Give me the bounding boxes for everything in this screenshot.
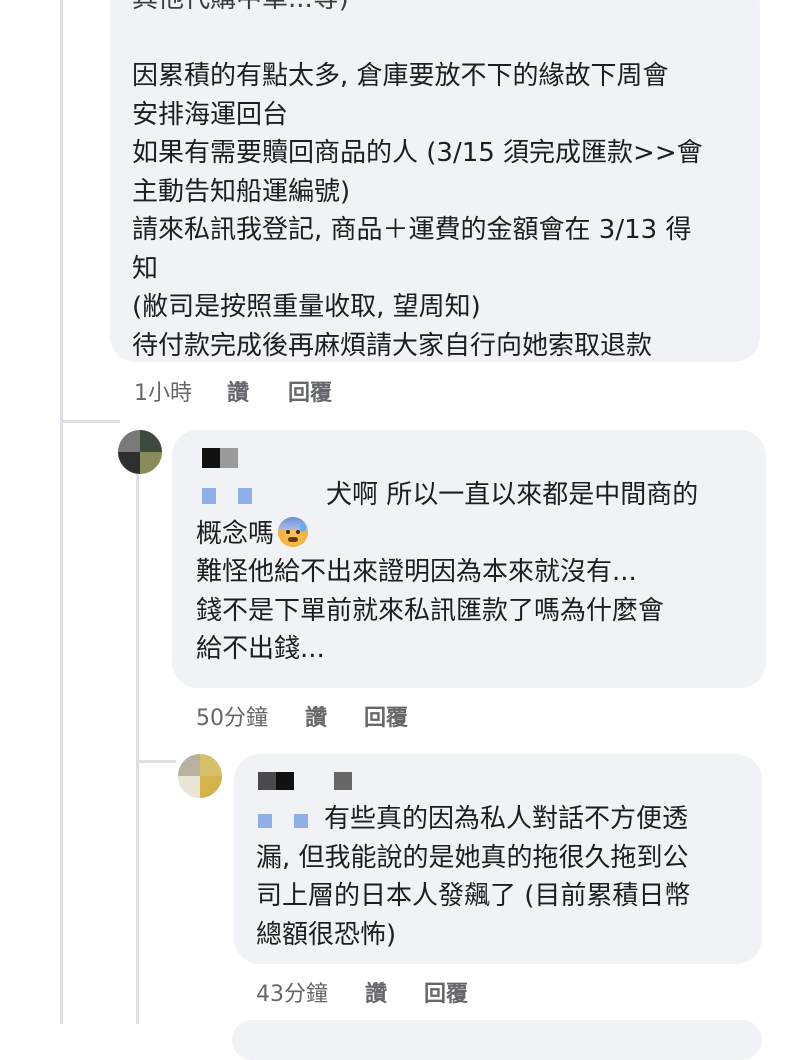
thread-line-branch-2 — [136, 760, 176, 763]
mentioned-user-censored[interactable] — [196, 486, 326, 506]
like-button[interactable]: 讚 — [305, 700, 327, 732]
comment-1-line: 知 — [132, 253, 159, 284]
reply-button[interactable]: 回覆 — [364, 700, 408, 732]
comment-3-text: 有些真的因為私人對話不方便透 漏, 但我能說的是她真的拖很久拖到公 司上層的日本… — [256, 800, 740, 954]
comment-1-line: 安排海運回台 — [132, 99, 289, 130]
next-comment-bubble — [232, 1020, 762, 1060]
comment-3-line: 漏, 但我能說的是她真的拖很久拖到公 — [256, 842, 689, 873]
comment-2-line: 難怪他給不出來證明因為本來就沒有... — [196, 557, 637, 587]
comment-1-line — [132, 19, 738, 58]
comment-3-line: 總額很恐怖) — [256, 919, 397, 950]
comment-2-line: 給不出錢... — [196, 634, 325, 664]
thread-line-main — [60, 0, 63, 1024]
comment-1-timestamp[interactable]: 1小時 — [134, 375, 192, 407]
comment-1-line: 如果有需要贖回商品的人 (3/15 須完成匯款>>會 — [132, 138, 703, 168]
thread-line-branch-1 — [60, 420, 120, 423]
like-button[interactable]: 讚 — [227, 375, 249, 407]
comment-1-line: 待付款完成後再麻煩請大家自行向她索取退款 — [132, 330, 653, 361]
thread-line-sub — [136, 470, 139, 1024]
comment-2-timestamp[interactable]: 50分鐘 — [196, 700, 268, 732]
avatar[interactable] — [118, 430, 162, 474]
comment-1-text: 其他代購中單...等) 因累積的有點太多, 倉庫要放不下的緣故下周會 安排海運回… — [132, 0, 738, 365]
like-button[interactable]: 讚 — [365, 976, 387, 1008]
comment-2-line: 錢不是下單前就來私訊匯款了嗎為什麼會 — [196, 595, 665, 626]
avatar[interactable] — [178, 754, 222, 798]
comment-2-text: 犬啊 所以一直以來都是中間商的 概念嗎 難怪他給不出來證明因為本來就沒有... … — [196, 476, 742, 669]
comment-3-timestamp[interactable]: 43分鐘 — [256, 976, 328, 1008]
comment-2-first-line: 犬啊 所以一直以來都是中間商的 — [196, 476, 742, 515]
reply-button[interactable]: 回覆 — [424, 976, 468, 1008]
comment-bubble-3: 有些真的因為私人對話不方便透 漏, 但我能說的是她真的拖很久拖到公 司上層的日本… — [234, 754, 762, 964]
commenter-name-censored[interactable] — [256, 772, 740, 802]
comment-2-actions: 50分鐘 讚 回覆 — [196, 700, 408, 732]
comment-bubble-1: 其他代購中單...等) 因累積的有點太多, 倉庫要放不下的緣故下周會 安排海運回… — [110, 0, 760, 362]
comment-1-line: 主動告知船運編號) — [132, 176, 351, 207]
mentioned-user-censored[interactable] — [256, 810, 324, 830]
comment-2-line: 概念嗎 — [196, 515, 742, 554]
comment-1-line: (敝司是按照重量收取, 望周知) — [132, 292, 481, 322]
comment-3-first-line: 有些真的因為私人對話不方便透 — [256, 800, 740, 839]
commenter-name-censored[interactable] — [196, 448, 742, 478]
comment-1-actions: 1小時 讚 回覆 — [134, 375, 332, 407]
comment-1-partial-line: 其他代購中單...等) — [132, 0, 738, 19]
reply-button[interactable]: 回覆 — [288, 375, 332, 407]
comment-1-line: 因累積的有點太多, 倉庫要放不下的緣故下周會 — [132, 61, 669, 91]
anxious-face-with-sweat-icon — [278, 516, 309, 547]
comment-bubble-2: 犬啊 所以一直以來都是中間商的 概念嗎 難怪他給不出來證明因為本來就沒有... … — [172, 430, 766, 688]
comment-3-line: 司上層的日本人發飆了 (目前累積日幣 — [256, 881, 691, 911]
comment-1-line: 請來私訊我登記, 商品＋運費的金額會在 3/13 得 — [132, 215, 692, 245]
comment-3-actions: 43分鐘 讚 回覆 — [256, 976, 468, 1008]
